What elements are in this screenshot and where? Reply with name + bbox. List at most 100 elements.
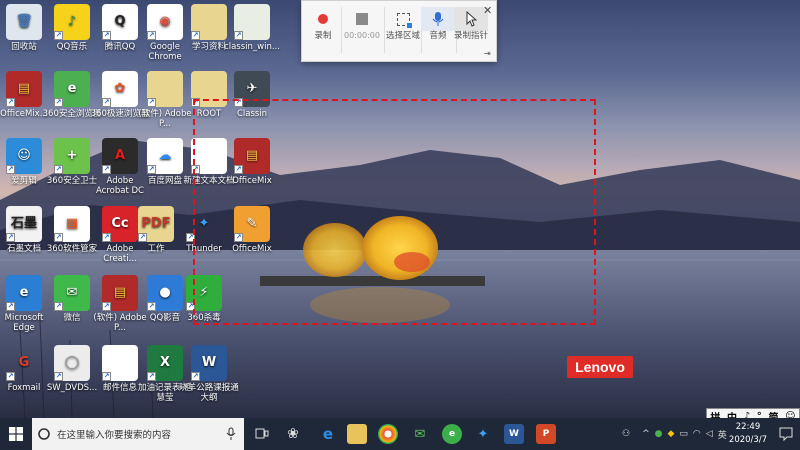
shortcut-arrow-icon: ↗ [191, 31, 200, 40]
taskbar-clock[interactable]: 22:49 2020/3/7 [723, 421, 773, 447]
app-icon: ◯ ↗ [54, 345, 90, 381]
edge-taskbar-icon[interactable]: e [318, 424, 338, 444]
shortcut-arrow-icon: ↗ [147, 165, 156, 174]
app-icon: ✉ ↗ [54, 275, 90, 311]
app-icon: e ↗ [54, 71, 90, 107]
cortana-ring-icon [38, 428, 50, 440]
app-icon: A ↗ [102, 138, 138, 174]
360-tray-icon[interactable]: ● [655, 429, 663, 439]
app-icon: ↗ [102, 345, 138, 381]
desktop-icon-label: 晓羊公路课报通大纲 [179, 383, 239, 403]
windows-logo-icon [9, 427, 23, 441]
shortcut-arrow-icon: ↗ [102, 372, 111, 381]
wifi-icon[interactable]: ◠ [693, 429, 701, 439]
fan-app-icon[interactable]: ❀ [283, 424, 303, 444]
close-icon[interactable]: ✕ [483, 4, 492, 17]
shortcut-arrow-icon: ↗ [54, 372, 63, 381]
shortcut-arrow-icon: ↗ [54, 233, 63, 242]
shortcut-arrow-icon: ↗ [102, 302, 111, 311]
shortcut-arrow-icon: ↗ [102, 31, 111, 40]
start-button[interactable] [0, 418, 32, 450]
clock-time: 22:49 [735, 422, 761, 432]
shortcut-arrow-icon: ↗ [102, 98, 111, 107]
shortcut-arrow-icon: ↗ [6, 98, 15, 107]
shortcut-arrow-icon: ↗ [6, 302, 15, 311]
select-area-button[interactable]: 选择区域 [386, 7, 420, 55]
shortcut-arrow-icon: ↗ [54, 165, 63, 174]
app-icon: G ↗ [6, 355, 30, 381]
app-icon: ▤ ↗ [6, 71, 42, 107]
screen-recorder-toolbar: 录制 00:00:00 选择区域 音频 录制指针 ✕ ⇥ [301, 0, 497, 62]
microphone-icon[interactable] [226, 427, 236, 441]
toolbar-divider [341, 7, 342, 53]
app-icon: Q ↗ [102, 4, 138, 40]
app-icon: ↗ [234, 4, 270, 40]
system-tray: ⚇ ^ ● ◆ ▭ ◠ ◁ 英 [622, 418, 727, 450]
shortcut-arrow-icon: ↗ [102, 233, 111, 242]
shortcut-arrow-icon: ↗ [138, 233, 147, 242]
app-icon: PDF ↗ [138, 206, 174, 242]
taskbar: 在这里输入你要搜索的内容 ❀ e ✉ e ✦ W P ⚇ ^ ● ◆ ▭ ◠ ◁… [0, 418, 800, 450]
app-icon: 🗑 [6, 4, 42, 40]
timer-readout: 00:00:00 [344, 31, 380, 40]
app-icon: e ↗ [6, 275, 42, 311]
file-explorer-icon[interactable] [347, 424, 367, 444]
select-area-label: 选择区域 [386, 31, 421, 41]
clock-date: 2020/3/7 [728, 435, 768, 445]
shortcut-arrow-icon: ↗ [102, 165, 111, 174]
stop-square-icon [356, 13, 368, 25]
select-region-icon [396, 12, 412, 28]
record-dot-icon [318, 14, 328, 24]
microphone-icon [432, 12, 444, 26]
app-icon: ✿ ↗ [102, 71, 138, 107]
chevron-up-icon[interactable]: ^ [642, 429, 650, 439]
app-icon: ▦ ↗ [54, 206, 90, 242]
stop-button[interactable]: 00:00:00 [343, 7, 381, 55]
shortcut-arrow-icon: ↗ [54, 31, 63, 40]
recording-selection-area[interactable] [193, 99, 596, 325]
shortcut-arrow-icon: ↗ [147, 372, 156, 381]
app-icon: ▤ ↗ [102, 275, 138, 311]
volume-icon[interactable]: ◁ [706, 429, 713, 439]
pin-icon[interactable]: ⇥ [484, 49, 491, 58]
shortcut-arrow-icon: ↗ [6, 165, 15, 174]
shortcut-arrow-icon: ↗ [6, 372, 15, 381]
shortcut-arrow-icon: ↗ [147, 31, 156, 40]
chrome-taskbar-icon[interactable] [378, 424, 398, 444]
powerpoint-taskbar-icon[interactable]: P [536, 424, 556, 444]
audio-label: 音频 [429, 31, 447, 41]
thunder-taskbar-icon[interactable]: ✦ [473, 424, 493, 444]
word-taskbar-icon[interactable]: W [504, 424, 524, 444]
record-button[interactable]: 录制 [306, 7, 340, 55]
search-placeholder: 在这里输入你要搜索的内容 [57, 430, 172, 441]
desktop-icon[interactable]: ↗ classin_win... [221, 4, 283, 52]
record-pointer-label: 录制指针 [454, 31, 489, 41]
task-view-icon[interactable] [252, 424, 272, 444]
desktop-icon[interactable]: W ↗ 晓羊公路课报通大纲 [178, 345, 240, 403]
taskbar-search-box[interactable]: 在这里输入你要搜索的内容 [32, 418, 244, 450]
shortcut-arrow-icon: ↗ [6, 233, 15, 242]
toolbar-divider [384, 7, 385, 53]
battery-icon[interactable]: ▭ [679, 429, 688, 439]
cursor-icon [466, 11, 477, 27]
desktop-icon-label: classin_win... [224, 42, 280, 52]
lenovo-logo: Lenovo [567, 356, 633, 378]
app-icon: ☺ ↗ [6, 138, 42, 174]
shortcut-arrow-icon: ↗ [54, 302, 63, 311]
app-icon: 石墨 ↗ [6, 206, 42, 242]
notification-center-icon[interactable] [778, 424, 796, 444]
shortcut-arrow-icon: ↗ [54, 98, 63, 107]
shortcut-arrow-icon: ↗ [234, 31, 243, 40]
shortcut-arrow-icon: ↗ [147, 98, 156, 107]
app-icon: ♪ ↗ [54, 4, 90, 40]
shortcut-arrow-icon: ↗ [147, 302, 156, 311]
record-label: 录制 [314, 31, 332, 41]
audio-button[interactable]: 音频 [421, 7, 455, 55]
people-icon[interactable]: ⚇ [622, 429, 630, 439]
app-icon: + ↗ [54, 138, 90, 174]
app-icon: W ↗ [191, 345, 227, 381]
wechat-taskbar-icon[interactable]: ✉ [410, 424, 430, 444]
security-tray-icon[interactable]: ◆ [667, 429, 674, 439]
shortcut-arrow-icon: ↗ [191, 372, 200, 381]
360-browser-taskbar-icon[interactable]: e [442, 424, 462, 444]
